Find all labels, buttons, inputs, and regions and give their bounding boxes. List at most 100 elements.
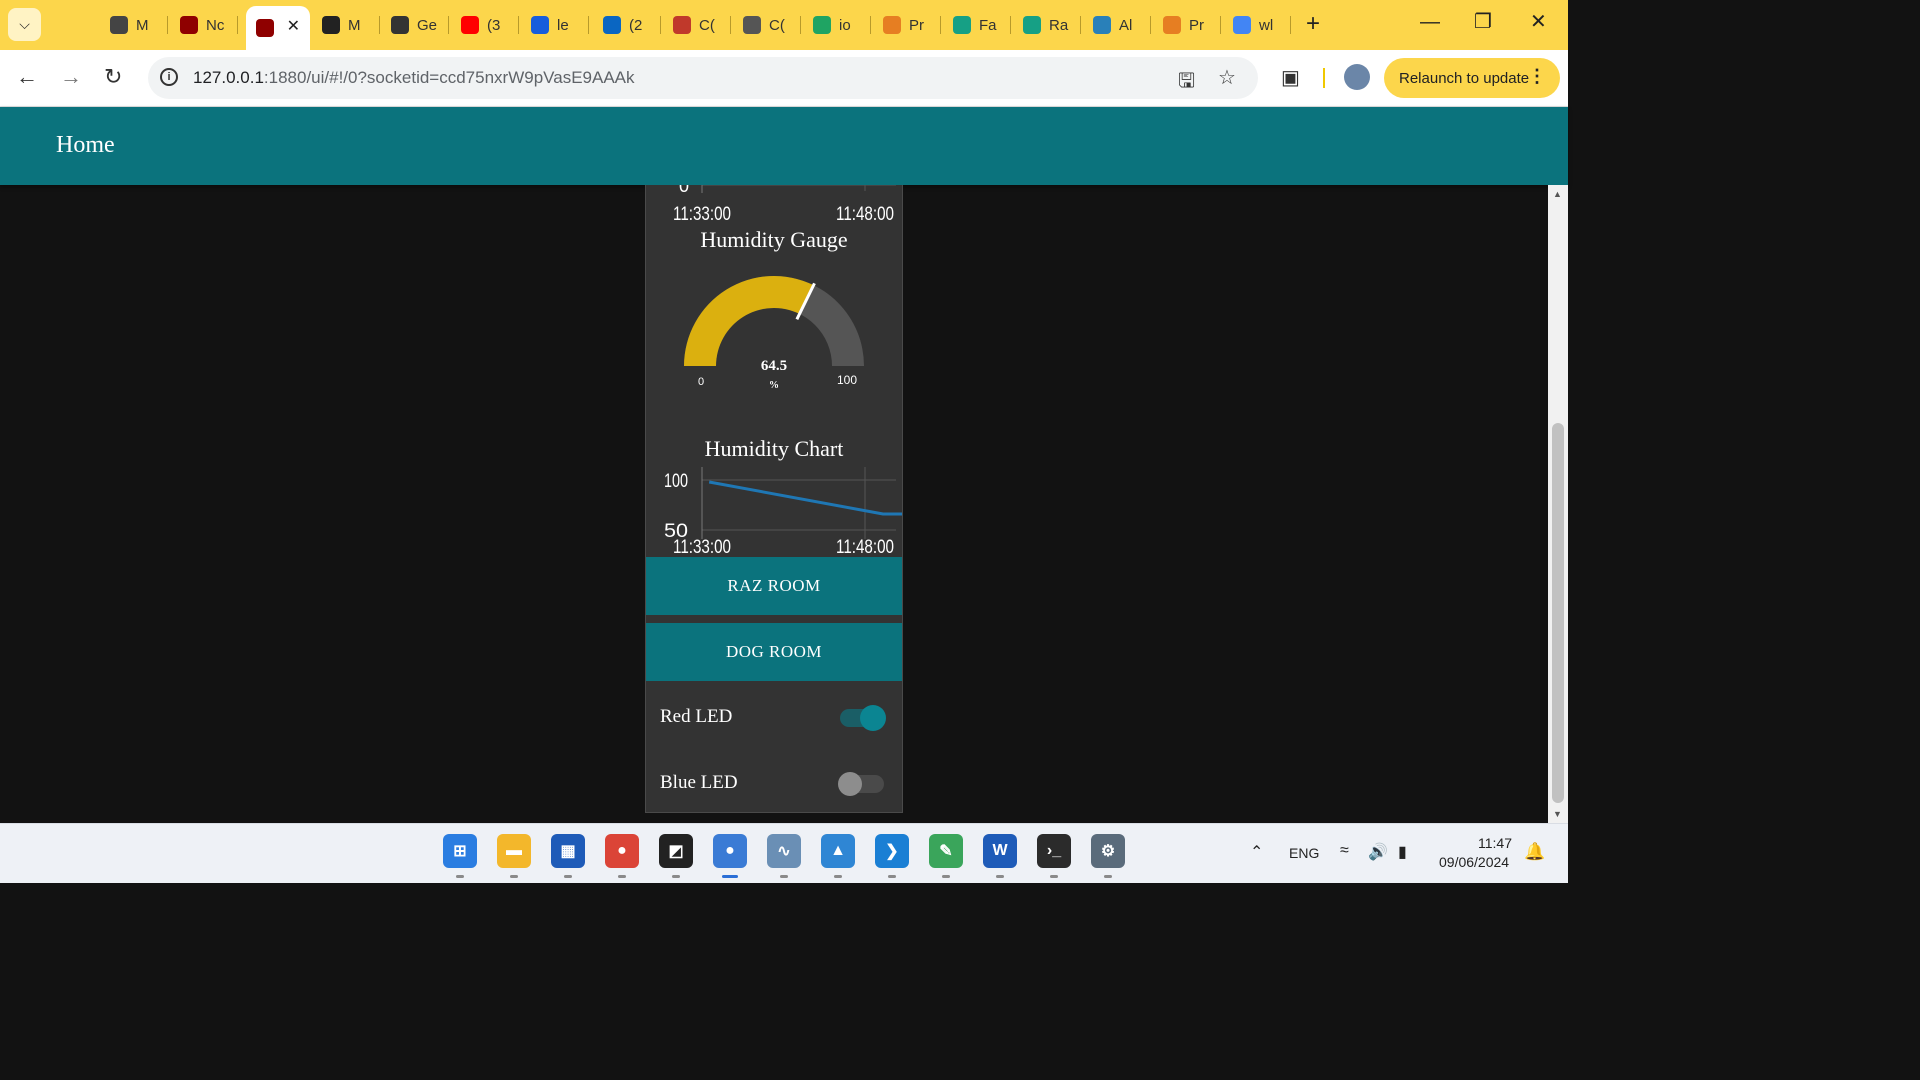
minimize-button[interactable]: — xyxy=(1420,10,1440,34)
browser-tab[interactable]: Al xyxy=(1083,10,1151,40)
tab-separator xyxy=(1220,16,1221,34)
chrome-dev-icon[interactable]: ● xyxy=(713,834,747,878)
browser-tab[interactable]: Ge xyxy=(381,10,449,40)
app-glyph: ● xyxy=(617,842,627,859)
reload-button[interactable]: ↻ xyxy=(104,64,122,90)
tab-title: Fa xyxy=(979,16,997,34)
page-title: Home xyxy=(56,132,115,158)
browser-tab[interactable]: Pr xyxy=(1153,10,1221,40)
bitwarden-icon xyxy=(531,16,549,34)
wifi-icon[interactable]: ≈ xyxy=(1340,842,1349,860)
clock-date[interactable]: 09/06/2024 xyxy=(1439,854,1509,870)
top-chart-fragment: 0 11:33:00 11:48:00 xyxy=(673,185,896,225)
word-icon[interactable]: W xyxy=(983,834,1017,878)
relaunch-to-update-button[interactable]: Relaunch to update ⋮ xyxy=(1384,58,1560,98)
globe-icon xyxy=(743,16,761,34)
browser-tab[interactable]: (2 xyxy=(593,10,661,40)
google-icon xyxy=(1233,16,1251,34)
profile-avatar[interactable] xyxy=(1344,64,1370,90)
page-scrollbar[interactable]: ▲ ▼ xyxy=(1548,185,1568,823)
red-led-toggle[interactable] xyxy=(840,705,886,731)
raz-room-button[interactable]: RAZ ROOM xyxy=(646,557,902,615)
browser-tab[interactable]: M xyxy=(100,10,168,40)
browser-tab[interactable]: Ra xyxy=(1013,10,1081,40)
browser-tab[interactable]: M xyxy=(312,10,380,40)
address-bar[interactable]: i 127.0.0.1:1880/ui/#!/0?socketid=ccd75n… xyxy=(148,57,1258,99)
chrome-icon[interactable]: ● xyxy=(605,834,639,878)
thonny-icon[interactable]: ✎ xyxy=(929,834,963,878)
install-app-icon[interactable]: 🖫 xyxy=(1178,66,1195,100)
browser-tab[interactable]: Fa xyxy=(943,10,1011,40)
resource-monitor-icon[interactable]: ∿ xyxy=(767,834,801,878)
app-glyph: ❯ xyxy=(885,843,899,860)
battery-icon[interactable]: ▮ xyxy=(1398,842,1407,862)
notification-bell-icon[interactable]: 🔔 xyxy=(1524,842,1545,862)
microsoft-store-icon[interactable]: ▦ xyxy=(551,834,585,878)
url-text[interactable]: 127.0.0.1:1880/ui/#!/0?socketid=ccd75nxr… xyxy=(193,68,635,88)
browser-tab[interactable]: Nc xyxy=(170,10,238,40)
red-led-label: Red LED xyxy=(660,706,733,727)
browser-tab[interactable]: wl xyxy=(1223,10,1291,40)
dashboard-group: 0 11:33:00 11:48:00 Humidity Gauge 64.5 … xyxy=(645,185,903,813)
bee-icon xyxy=(391,16,409,34)
photos-icon[interactable]: ▲ xyxy=(821,834,855,878)
settings-icon[interactable]: ⚙ xyxy=(1091,834,1125,878)
tab-separator xyxy=(730,16,731,34)
scroll-up-arrow[interactable]: ▲ xyxy=(1553,189,1562,199)
more-menu-icon[interactable]: ⋮ xyxy=(1528,66,1546,87)
browser-tab[interactable]: io xyxy=(803,10,871,40)
app-glyph: ∿ xyxy=(777,843,791,860)
running-indicator xyxy=(722,875,738,878)
extensions-icon[interactable]: ▣ xyxy=(1281,65,1300,90)
app-glyph: ▬ xyxy=(506,842,522,859)
bookmark-star-icon[interactable]: ☆ xyxy=(1218,65,1236,90)
vs-code-icon[interactable]: ❯ xyxy=(875,834,909,878)
browser-tab[interactable]: C( xyxy=(663,10,731,40)
back-button[interactable]: ← xyxy=(16,64,38,90)
dog-room-button[interactable]: DOG ROOM xyxy=(646,623,902,681)
browser-tab[interactable]: ✕ xyxy=(246,6,310,50)
tab-separator xyxy=(940,16,941,34)
humidity-series-line xyxy=(708,480,902,516)
tab-separator xyxy=(518,16,519,34)
tab-search-button[interactable]: ⌵ xyxy=(8,8,41,41)
blue-led-switch-row: Blue LED xyxy=(646,759,902,809)
forward-button[interactable]: → xyxy=(60,64,82,90)
tab-separator xyxy=(588,16,589,34)
new-tab-button[interactable]: + xyxy=(1306,12,1320,36)
running-indicator xyxy=(780,875,788,878)
scrollbar-thumb[interactable] xyxy=(1552,423,1564,803)
terminal-icon[interactable]: ›_ xyxy=(1037,834,1071,878)
clock-time[interactable]: 11:47 xyxy=(1478,835,1512,851)
url-path: :1880/ui/#!/0?socketid=ccd75nxrW9pVasE9A… xyxy=(263,68,635,87)
app-glyph: W xyxy=(992,842,1008,859)
browser-tab[interactable]: C( xyxy=(733,10,801,40)
scroll-down-arrow[interactable]: ▼ xyxy=(1553,809,1562,819)
gauge-fill xyxy=(684,276,814,366)
tab-separator xyxy=(1080,16,1081,34)
show-hidden-icons-icon[interactable]: ⌃ xyxy=(1250,842,1263,862)
sticky-notes-icon[interactable]: ◩ xyxy=(659,834,693,878)
youtube-icon xyxy=(461,16,479,34)
reload-icon: ↻ xyxy=(104,64,123,89)
volume-icon[interactable]: 🔊 xyxy=(1368,842,1388,862)
browser-tab[interactable]: Pr xyxy=(873,10,941,40)
close-tab-icon[interactable]: ✕ xyxy=(287,16,300,36)
browser-tab[interactable]: le xyxy=(521,10,589,40)
running-indicator xyxy=(510,875,518,878)
tab-title: Pr xyxy=(909,16,924,34)
language-indicator[interactable]: ENG xyxy=(1289,845,1319,861)
browser-tab[interactable]: (3 xyxy=(451,10,519,40)
toggle-knob xyxy=(838,772,862,796)
windows-start-icon[interactable]: ⊞ xyxy=(443,834,477,878)
browser-tab-strip: ⌵ M Nc ✕ M Ge (3 le (2 C(C(io Pr Fa Ra Al Pr wl + — ❐ … xyxy=(0,0,1568,50)
running-indicator xyxy=(672,875,680,878)
site-info-icon[interactable]: i xyxy=(160,68,178,86)
blue-led-toggle[interactable] xyxy=(838,772,884,796)
close-window-button[interactable]: ✕ xyxy=(1530,10,1547,34)
node-red-flow-icon xyxy=(256,19,274,37)
restore-button[interactable]: ❐ xyxy=(1474,10,1492,34)
file-explorer-icon[interactable]: ▬ xyxy=(497,834,531,878)
tab-separator xyxy=(448,16,449,34)
google-drive-icon xyxy=(813,16,831,34)
